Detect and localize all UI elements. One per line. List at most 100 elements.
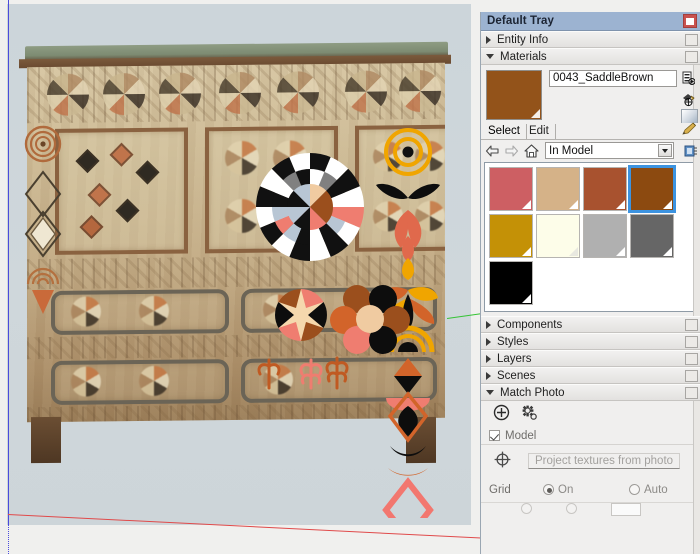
material-library-value: In Model [549,144,594,157]
project-textures-button[interactable]: Project textures from photo [528,453,680,469]
section-header-styles[interactable]: Styles [481,333,700,350]
chevron-right-icon [486,371,491,380]
chevron-right-icon [486,354,491,363]
model-checkbox-label: Model [505,429,537,442]
material-library-select[interactable]: In Model [545,142,674,159]
section-label-styles: Styles [497,335,529,348]
section-menu-button-styles[interactable] [685,336,698,348]
axis-blue [8,0,9,524]
sketchup-window: Default Tray ✖ Entity Info Materials 004… [0,0,700,554]
grid-option-on[interactable]: On [543,484,629,496]
section-menu-button-materials[interactable] [685,51,698,63]
close-icon[interactable]: ✖ [683,14,697,28]
overlay-black-wings [376,183,440,200]
material-side-toolbar [679,69,699,111]
grid-option-auto[interactable]: Auto [629,484,668,496]
overlay-black-crescent [390,446,426,457]
radio-auto-icon [629,484,640,495]
section-menu-button-components[interactable] [685,319,698,331]
section-menu-button-scenes[interactable] [685,370,698,382]
material-header-row: 0043_SaddleBrown [481,65,700,125]
swatch-goldenrod[interactable] [489,214,533,258]
swatch-silver[interactable] [583,214,627,258]
material-library-nav: In Model [481,140,700,161]
model-checkbox[interactable] [489,430,500,441]
match-photo-bottom-row-clipped [481,503,700,519]
swatch-corner-marker [569,247,578,256]
swatch-tan[interactable] [536,167,580,211]
materials-panel: 0043_SaddleBrown Select Edit In Model [481,65,700,312]
section-header-materials[interactable]: Materials [481,48,700,65]
overlay-arcs-left [26,267,60,285]
settings-gear-icon[interactable] [521,404,538,424]
project-target-icon[interactable] [493,450,512,472]
ghost-radio-icon[interactable] [566,503,577,514]
overlay-checker-rosette [255,152,365,262]
3d-viewport[interactable] [0,0,481,554]
match-photo-project-row: Project textures from photo [481,445,700,477]
swatch-black[interactable] [489,261,533,305]
swatch-saddlebrown[interactable] [628,165,676,213]
swatch-corner-marker [531,109,540,118]
chevron-right-icon [486,35,491,44]
details-menu-icon[interactable] [682,143,698,159]
create-material-icon[interactable] [679,69,697,87]
chevron-down-icon[interactable] [658,144,672,157]
section-header-entity-info[interactable]: Entity Info [481,31,700,48]
tab-select[interactable]: Select [486,124,527,139]
match-photo-panel: Model Project textures from photo Grid O… [481,401,700,519]
match-photo-grid-row: Grid On Auto [481,477,700,503]
swatch-corner-marker [663,247,672,256]
overlay-sprigs [257,356,349,390]
section-header-match-photo[interactable]: Match Photo [481,384,700,401]
chevron-right-icon [486,337,491,346]
section-label-match-photo: Match Photo [500,386,565,399]
section-header-scenes[interactable]: Scenes [481,367,700,384]
swatch-corner-marker [522,294,531,303]
arrow-left-icon[interactable] [485,143,501,159]
swatch-ivory[interactable] [536,214,580,258]
material-name-input[interactable]: 0043_SaddleBrown [549,70,677,87]
section-menu-button-entity-info[interactable] [685,34,698,46]
grid-label: Grid [489,483,511,496]
section-menu-button-match-photo[interactable] [685,387,698,399]
grid-option-on-label: On [558,483,574,496]
sample-paint-icon[interactable] [679,90,697,108]
swatch-dimgray[interactable] [630,214,674,258]
section-menu-button-layers[interactable] [685,353,698,365]
overlay-artwork [24,125,440,518]
radio-on-icon [543,484,554,495]
arrow-right-icon[interactable] [503,143,519,159]
section-header-components[interactable]: Components [481,316,700,333]
swatch-corner-marker [569,200,578,209]
material-preview-swatch[interactable] [486,70,542,120]
swatch-sienna[interactable] [583,167,627,211]
match-photo-image[interactable] [7,4,471,525]
pencil-icon[interactable] [682,122,697,138]
default-tray-panel: Default Tray ✖ Entity Info Materials 004… [480,12,700,554]
overlay-gold-stem [402,258,414,280]
ghost-input-field[interactable] [611,503,641,516]
section-label-entity-info: Entity Info [497,33,549,46]
chevron-down-icon [486,390,494,395]
swatch-corner-marker [522,247,531,256]
match-photo-model-row[interactable]: Model [481,427,700,445]
grid-option-auto-label: Auto [644,483,668,496]
add-matched-photo-icon[interactable] [493,404,510,424]
overlay-orange-triangle [394,358,422,376]
overlay-orange-crescent [388,468,428,476]
material-tabs: Select Edit [481,122,700,140]
section-label-components: Components [497,318,563,331]
material-swatch-grid[interactable] [484,162,698,312]
overlay-gold-rings [384,128,432,176]
tab-edit[interactable]: Edit [527,124,556,139]
section-header-layers[interactable]: Layers [481,350,700,367]
home-icon[interactable] [523,143,540,159]
chevron-down-icon [486,54,494,59]
ghost-radio-icon[interactable] [521,503,532,514]
swatch-dusty-rose[interactable] [489,167,533,211]
chevron-right-icon [486,320,491,329]
section-label-layers: Layers [497,352,532,365]
swatch-corner-marker [663,200,672,209]
overlay-drawer-rosette [275,289,327,341]
